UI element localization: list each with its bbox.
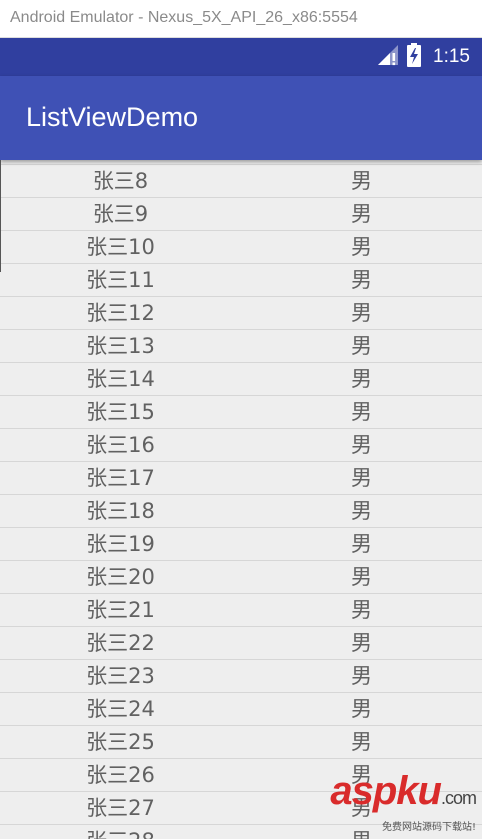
list-item[interactable]: 张三19 男	[0, 528, 482, 561]
student-list[interactable]: 张三7男张三8男张三9男张三10男张三11男张三12男张三13男张三14男张三1…	[0, 132, 482, 839]
list-item[interactable]: 张三13 男	[0, 330, 482, 363]
list-item-name: 张三11	[86, 268, 155, 292]
list-item[interactable]: 张三17 男	[0, 462, 482, 495]
list-item-name: 张三18	[86, 499, 155, 523]
list-item[interactable]: 张三24 男	[0, 693, 482, 726]
list-item[interactable]: 张三21 男	[0, 594, 482, 627]
list-item-name: 张三16	[86, 433, 155, 457]
list-item-sex: 男	[351, 565, 372, 589]
list-item[interactable]: 张三25 男	[0, 726, 482, 759]
list-item-sex: 男	[351, 367, 372, 391]
list-item[interactable]: 张三14 男	[0, 363, 482, 396]
list-item[interactable]: 张三23 男	[0, 660, 482, 693]
watermark-logo: aspku.com	[330, 769, 477, 818]
watermark-subtitle: 免费网站源码下载站!	[381, 822, 476, 833]
watermark-logo-suffix: .com	[440, 788, 477, 808]
app-toolbar: ListViewDemo	[0, 76, 482, 160]
list-item-sex: 男	[351, 400, 372, 424]
list-item-sex: 男	[351, 697, 372, 721]
list-item-sex: 男	[351, 301, 372, 325]
list-item-name: 张三20	[86, 565, 155, 589]
list-item-name: 张三13	[86, 334, 155, 358]
list-item-name: 张三9	[92, 202, 149, 226]
battery-charging-icon	[407, 43, 422, 71]
watermark-logo-text: aspku	[330, 769, 442, 813]
status-icons: 1:15	[377, 38, 470, 76]
list-item-name: 张三28	[0, 825, 241, 839]
list-item-name: 张三8	[92, 169, 149, 193]
list-item-name: 张三17	[86, 466, 155, 490]
app-title: ListViewDemo	[26, 102, 199, 132]
window-title: Android Emulator - Nexus_5X_API_26_x86:5…	[10, 9, 358, 26]
android-status-bar: 1:15	[0, 38, 482, 76]
list-item-sex: 男	[351, 532, 372, 556]
list-item-sex: 男	[351, 235, 372, 259]
list-item-name: 张三21	[86, 598, 155, 622]
aspku-watermark: aspku.com 免费网站源码下载站!	[330, 769, 477, 833]
list-item-sex: 男	[351, 433, 372, 457]
list-item-name: 张三10	[86, 235, 155, 259]
list-item[interactable]: 张三18 男	[0, 495, 482, 528]
list-item[interactable]: 张三20 男	[0, 561, 482, 594]
list-item-sex: 男	[351, 169, 372, 193]
list-item-sex: 男	[351, 631, 372, 655]
list-item[interactable]: 张三8 男	[0, 165, 482, 198]
list-item[interactable]: 张三16 男	[0, 429, 482, 462]
list-item-name: 张三25	[86, 730, 155, 754]
list-item-sex: 男	[351, 268, 372, 292]
list-item-sex: 男	[351, 598, 372, 622]
emulator-titlebar[interactable]: Android Emulator - Nexus_5X_API_26_x86:5…	[0, 0, 482, 38]
list-item-name: 张三23	[86, 664, 155, 688]
list-item[interactable]: 张三15 男	[0, 396, 482, 429]
list-item[interactable]: 张三11 男	[0, 264, 482, 297]
list-item-sex: 男	[351, 730, 372, 754]
list-item-name: 张三27	[86, 796, 155, 820]
list-item-name: 张三24	[86, 697, 155, 721]
list-item[interactable]: 张三22 男	[0, 627, 482, 660]
list-item-name: 张三12	[86, 301, 155, 325]
window-edge-divider	[0, 160, 1, 272]
list-item-name: 张三19	[86, 532, 155, 556]
list-item-sex: 男	[351, 334, 372, 358]
list-item[interactable]: 张三10 男	[0, 231, 482, 264]
list-item-name: 张三22	[86, 631, 155, 655]
status-time: 1:15	[433, 46, 470, 67]
emulator-window: Android Emulator - Nexus_5X_API_26_x86:5…	[0, 0, 482, 839]
list-item-sex: 男	[351, 466, 372, 490]
list-item[interactable]: 张三9 男	[0, 198, 482, 231]
signal-icon	[377, 44, 399, 70]
list-item-sex: 男	[351, 202, 372, 226]
list-item-name: 张三14	[86, 367, 155, 391]
list-item-sex: 男	[351, 664, 372, 688]
list-item-name: 张三26	[86, 763, 155, 787]
list-item-sex: 男	[351, 499, 372, 523]
list-item-name: 张三15	[86, 400, 155, 424]
list-item[interactable]: 张三12 男	[0, 297, 482, 330]
